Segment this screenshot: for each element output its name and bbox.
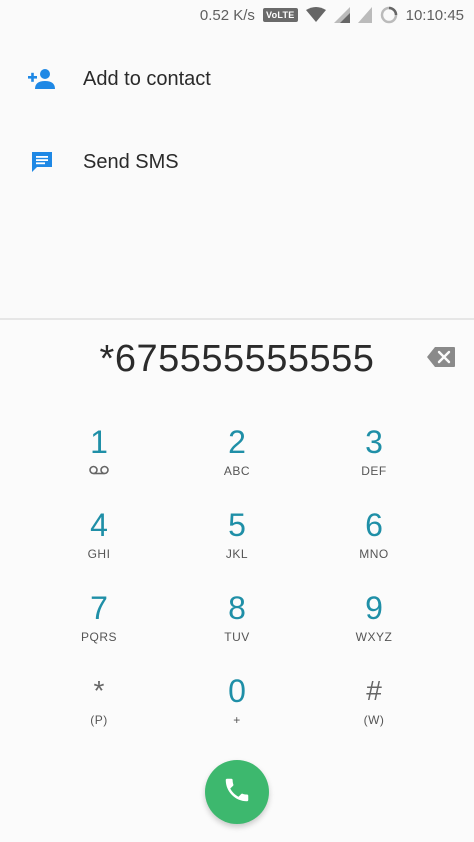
key-7[interactable]: 7 PQRS xyxy=(34,590,164,670)
backspace-icon[interactable] xyxy=(426,346,456,368)
phone-icon xyxy=(222,775,252,810)
key-6-letters: MNO xyxy=(359,547,389,561)
dialer-screen: 0.52 K/s VoLTE 10:10:45 Add to contact S… xyxy=(0,0,474,842)
key-9-letters: WXYZ xyxy=(355,630,393,644)
key-5-letters: JKL xyxy=(225,547,249,561)
digits-row: *675555555555 xyxy=(0,320,474,398)
volte-badge: VoLTE xyxy=(262,8,298,22)
key-2-letters: ABC xyxy=(223,464,251,478)
key-1[interactable]: 1 xyxy=(34,424,164,504)
key-0[interactable]: 0 + xyxy=(172,673,302,753)
network-speed: 0.52 K/s xyxy=(199,6,255,24)
signal-2-icon xyxy=(357,7,372,23)
key-9-digit: 9 xyxy=(365,590,383,626)
voicemail-icon xyxy=(34,464,164,480)
key-star[interactable]: * (P) xyxy=(34,673,164,753)
key-5[interactable]: 5 JKL xyxy=(172,507,302,587)
key-hash[interactable]: # (W) xyxy=(309,673,439,753)
message-icon xyxy=(28,148,56,176)
key-8-letters: TUV xyxy=(224,630,250,644)
key-9[interactable]: 9 WXYZ xyxy=(309,590,439,670)
key-7-letters: PQRS xyxy=(80,630,117,644)
key-0-digit: 0 xyxy=(228,673,246,709)
clock: 10:10:45 xyxy=(405,6,464,24)
key-5-digit: 5 xyxy=(228,507,246,543)
signal-icon xyxy=(333,7,350,23)
key-0-letters: + xyxy=(233,713,241,727)
key-hash-symbol: # xyxy=(366,675,382,706)
add-to-contact-item[interactable]: Add to contact xyxy=(0,44,474,114)
key-6-digit: 6 xyxy=(365,507,383,543)
key-2[interactable]: 2 ABC xyxy=(172,424,302,504)
key-7-digit: 7 xyxy=(90,590,108,626)
wifi-icon xyxy=(305,7,326,23)
key-3-digit: 3 xyxy=(365,424,383,460)
key-star-letters: (P) xyxy=(90,713,108,727)
key-4-digit: 4 xyxy=(90,507,108,543)
send-sms-label: Send SMS xyxy=(83,150,179,173)
dialed-digits[interactable]: *675555555555 xyxy=(0,338,474,381)
key-hash-letters: (W) xyxy=(363,713,385,727)
dialpad: *675555555555 1 2 ABC 3 DEF 4 GHI 5 JKL … xyxy=(0,318,474,842)
status-bar: 0.52 K/s VoLTE 10:10:45 xyxy=(0,0,474,30)
add-person-icon xyxy=(28,65,56,93)
key-star-symbol: * xyxy=(93,675,105,706)
key-2-digit: 2 xyxy=(228,424,246,460)
key-1-digit: 1 xyxy=(90,424,108,460)
battery-ring-icon xyxy=(380,6,398,24)
add-to-contact-label: Add to contact xyxy=(83,67,211,90)
key-8-digit: 8 xyxy=(228,590,246,626)
key-6[interactable]: 6 MNO xyxy=(309,507,439,587)
call-button[interactable] xyxy=(205,760,269,824)
key-8[interactable]: 8 TUV xyxy=(172,590,302,670)
send-sms-item[interactable]: Send SMS xyxy=(0,127,474,197)
key-4-letters: GHI xyxy=(87,547,111,561)
suggestion-list: Add to contact Send SMS xyxy=(0,30,474,318)
key-4[interactable]: 4 GHI xyxy=(34,507,164,587)
key-3-letters: DEF xyxy=(361,464,387,478)
key-3[interactable]: 3 DEF xyxy=(309,424,439,504)
